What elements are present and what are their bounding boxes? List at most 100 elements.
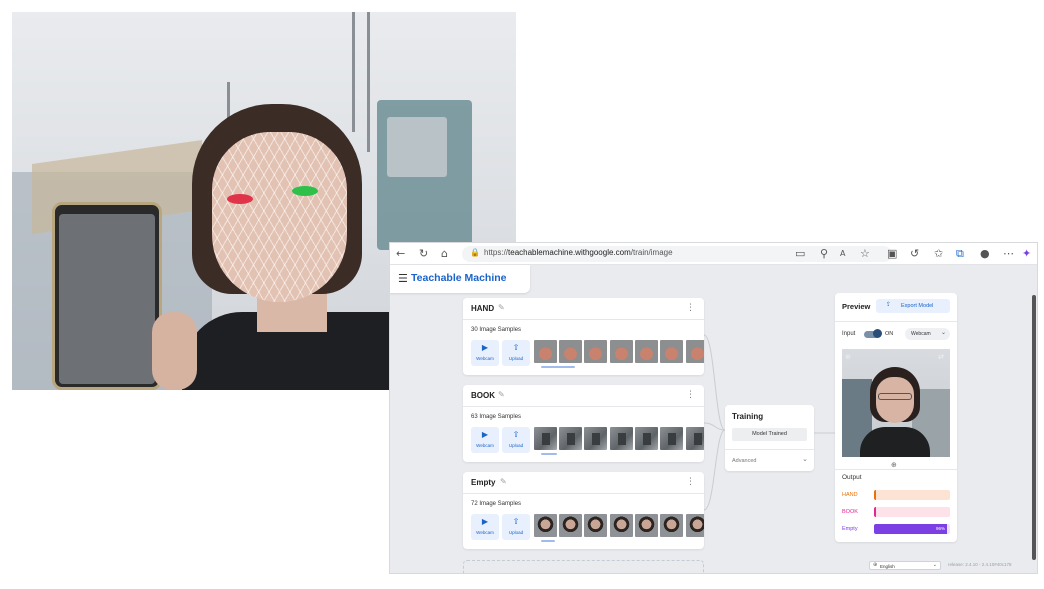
left-eye-marker xyxy=(227,194,253,204)
sample-thumbnail[interactable] xyxy=(559,427,582,450)
sample-count: 30 Image Samples xyxy=(471,327,522,333)
webcam-icon: ▶ xyxy=(481,430,489,439)
pencil-icon[interactable]: ✎ xyxy=(498,390,505,399)
upload-button[interactable]: ⇧ Upload xyxy=(502,427,530,453)
more-vert-icon[interactable]: ⋮ xyxy=(686,390,695,400)
camera-select-value: Webcam xyxy=(911,331,931,337)
sample-thumbnails xyxy=(534,514,704,539)
class-name[interactable]: BOOK xyxy=(471,391,495,400)
sample-thumbnail[interactable] xyxy=(584,514,607,537)
sample-thumbnail[interactable] xyxy=(610,514,633,537)
sample-thumbnail[interactable] xyxy=(584,427,607,450)
favorites-icon[interactable]: ✩ xyxy=(934,246,943,262)
toggle-knob[interactable] xyxy=(873,329,882,338)
webcam-label: Webcam xyxy=(476,530,494,535)
advanced-toggle[interactable]: Advanced ⌄ xyxy=(725,449,814,471)
app-title[interactable]: Teachable Machine xyxy=(411,272,507,284)
export-icon: ⇪ xyxy=(886,301,892,308)
pencil-icon[interactable]: ✎ xyxy=(500,477,507,486)
model-trained-button[interactable]: Model Trained xyxy=(732,428,807,441)
zoom-in-icon[interactable]: ⊕ xyxy=(845,353,851,361)
more-vert-icon[interactable]: ⋮ xyxy=(686,477,695,487)
more-vert-icon[interactable]: ⋮ xyxy=(686,303,695,313)
reload-icon[interactable]: ↻ xyxy=(419,246,428,262)
thumbnail-scrollbar[interactable] xyxy=(541,366,575,368)
collections-icon[interactable]: ⧉ xyxy=(956,246,964,262)
add-class-placeholder[interactable] xyxy=(463,560,704,573)
input-label: Input xyxy=(842,331,856,337)
profile-avatar-icon[interactable]: ● xyxy=(980,246,990,262)
webcam-preview xyxy=(842,349,950,457)
page-scrollbar[interactable] xyxy=(1032,295,1036,560)
class-card-header: Empty ✎ ⋮ xyxy=(463,472,704,494)
class-card-hand: HAND ✎ ⋮ 30 Image Samples ▶ Webcam ⇧ Upl… xyxy=(463,298,704,375)
photo-hand xyxy=(152,312,197,390)
webcam-button[interactable]: ▶ Webcam xyxy=(471,340,499,366)
read-aloud-icon[interactable]: A xyxy=(840,246,845,262)
split-screen-icon[interactable]: ▣ xyxy=(887,246,897,262)
sample-thumbnail[interactable] xyxy=(635,427,658,450)
right-eye-marker xyxy=(292,186,318,196)
more-icon[interactable]: ⋯ xyxy=(1003,246,1014,262)
webcam-label: Webcam xyxy=(476,356,494,361)
sample-thumbnail[interactable] xyxy=(559,514,582,537)
export-model-label: Export Model xyxy=(901,303,934,309)
sample-thumbnail[interactable] xyxy=(559,340,582,363)
thumbnail-scrollbar[interactable] xyxy=(541,453,557,455)
webcam-button[interactable]: ▶ Webcam xyxy=(471,514,499,540)
class-name[interactable]: Empty xyxy=(471,478,495,487)
language-select[interactable]: ⊕ English ⌄ xyxy=(869,561,941,570)
divider xyxy=(835,321,957,322)
menu-icon[interactable]: ☰ xyxy=(398,272,408,285)
divider xyxy=(835,469,957,470)
photo-meter-dial xyxy=(387,117,447,177)
lock-icon[interactable]: 🔒 xyxy=(470,248,480,257)
class-card-book: BOOK ✎ ⋮ 63 Image Samples ▶ Webcam ⇧ Upl… xyxy=(463,385,704,462)
confidence-fill xyxy=(874,507,876,517)
class-card-header: HAND ✎ ⋮ xyxy=(463,298,704,320)
training-title: Training xyxy=(732,412,764,421)
back-icon[interactable]: ← xyxy=(396,246,405,262)
sample-thumbnail[interactable] xyxy=(610,427,633,450)
export-model-button[interactable]: ⇪ Export Model xyxy=(876,299,950,313)
screen-cast-icon[interactable]: ▭ xyxy=(795,246,805,262)
camera-select[interactable]: Webcam ⌄ xyxy=(905,328,950,340)
home-icon[interactable]: ⌂ xyxy=(441,246,448,262)
flip-camera-icon[interactable]: ⇄ xyxy=(938,353,944,361)
sample-thumbnail[interactable] xyxy=(660,340,683,363)
webcam-button[interactable]: ▶ Webcam xyxy=(471,427,499,453)
sample-thumbnail[interactable] xyxy=(584,340,607,363)
toggle-state-label: ON xyxy=(885,331,894,337)
zoom-icon[interactable]: ⚲ xyxy=(820,246,828,262)
class-name[interactable]: HAND xyxy=(471,304,494,313)
sample-thumbnail[interactable] xyxy=(610,340,633,363)
favorite-icon[interactable]: ☆ xyxy=(860,246,870,262)
sample-thumbnail[interactable] xyxy=(534,427,557,450)
photo-pipe xyxy=(367,12,370,152)
thumbnail-scrollbar[interactable] xyxy=(541,540,555,542)
sample-thumbnail[interactable] xyxy=(686,340,704,363)
sample-thumbnail[interactable] xyxy=(660,514,683,537)
url-text[interactable]: https://teachablemachine.withgoogle.com/… xyxy=(484,248,673,257)
advanced-label: Advanced xyxy=(732,458,757,464)
upload-button[interactable]: ⇧ Upload xyxy=(502,514,530,540)
copilot-icon[interactable]: ✦ xyxy=(1022,246,1031,262)
refresh-extension-icon[interactable]: ↺ xyxy=(910,246,919,262)
sample-thumbnail[interactable] xyxy=(635,514,658,537)
pencil-icon[interactable]: ✎ xyxy=(498,303,505,312)
sample-thumbnail[interactable] xyxy=(534,514,557,537)
sample-thumbnail[interactable] xyxy=(686,514,704,537)
preview-title: Preview xyxy=(842,302,871,311)
sample-count: 63 Image Samples xyxy=(471,414,522,420)
upload-icon: ⇧ xyxy=(512,430,520,439)
url-host: teachablemachine.withgoogle.com xyxy=(508,248,631,257)
sample-thumbnail[interactable] xyxy=(660,427,683,450)
upload-button[interactable]: ⇧ Upload xyxy=(502,340,530,366)
class-card-empty: Empty ✎ ⋮ 72 Image Samples ▶ Webcam ⇧ Up… xyxy=(463,472,704,549)
sample-thumbnail[interactable] xyxy=(686,427,704,450)
sample-thumbnail[interactable] xyxy=(534,340,557,363)
sample-thumbnail[interactable] xyxy=(635,340,658,363)
photo-pipe xyxy=(352,12,355,132)
webcam-icon: ▶ xyxy=(481,343,489,352)
release-version: release: 2.4.10 - 2.4.10#40c178 xyxy=(948,562,1012,567)
